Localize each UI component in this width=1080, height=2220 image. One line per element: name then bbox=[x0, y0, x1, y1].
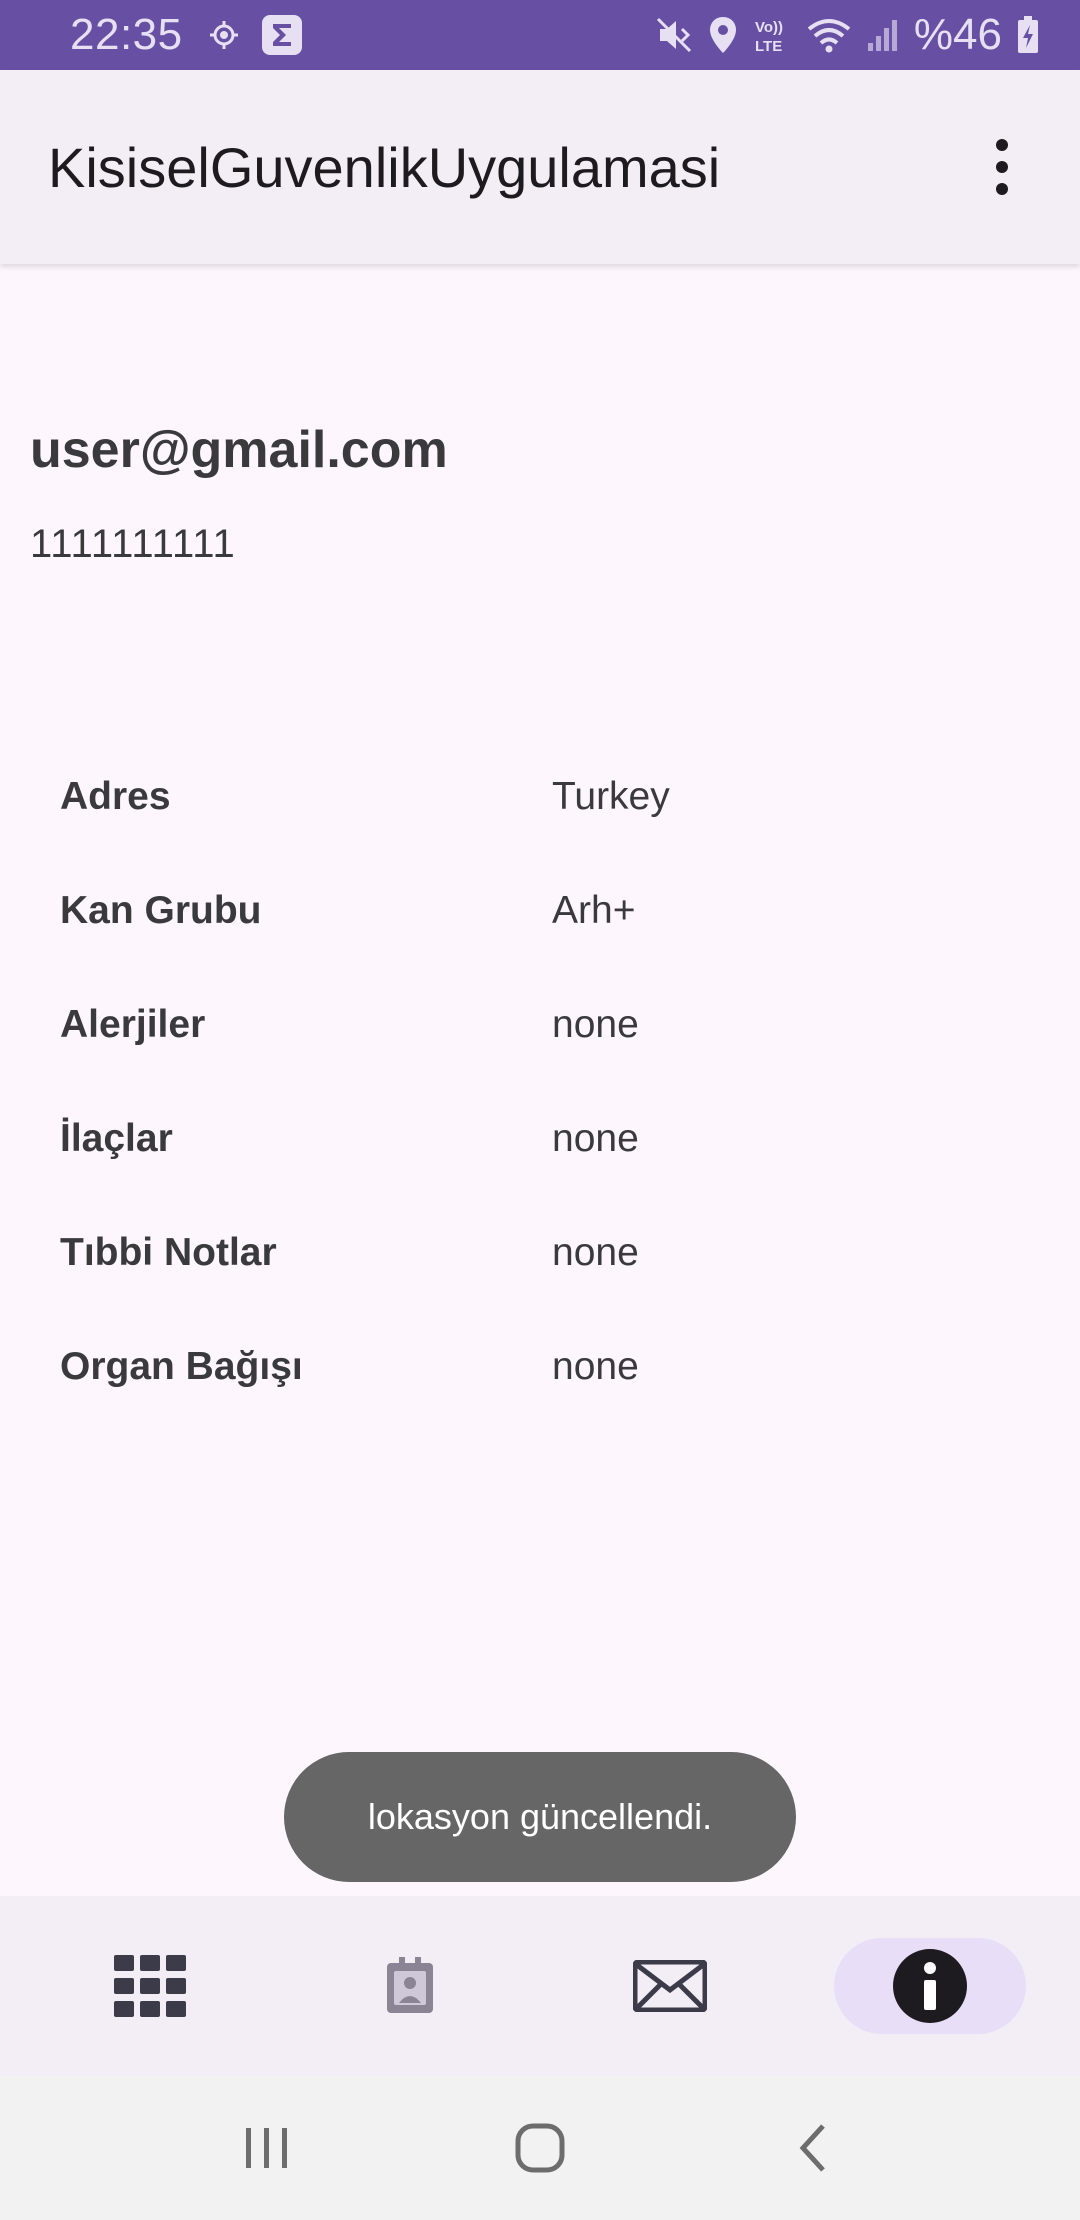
menu-dot bbox=[996, 161, 1008, 173]
info-label: Tıbbi Notlar bbox=[60, 1231, 277, 1274]
mute-icon bbox=[654, 15, 694, 55]
svg-text:Vo)): Vo)) bbox=[755, 19, 783, 36]
info-row-adres: Adres Turkey bbox=[60, 740, 1020, 854]
info-label: Kan Grubu bbox=[60, 889, 262, 932]
grid-icon bbox=[114, 1955, 186, 2017]
menu-dot bbox=[996, 183, 1008, 195]
info-icon bbox=[893, 1949, 967, 2023]
sigma-app-icon bbox=[261, 14, 303, 56]
info-row-kan-grubu: Kan Grubu Arh+ bbox=[60, 854, 1020, 968]
toast-message: lokasyon güncellendi. bbox=[284, 1752, 796, 1882]
svg-text:LTE: LTE bbox=[755, 38, 782, 55]
status-time: 22:35 bbox=[70, 10, 183, 59]
profile-email: user@gmail.com bbox=[30, 421, 448, 479]
info-value: Turkey bbox=[552, 775, 670, 818]
signal-icon bbox=[866, 17, 900, 53]
location-target-icon bbox=[209, 20, 239, 50]
status-left-icons bbox=[209, 14, 303, 56]
medical-info-table: Adres Turkey Kan Grubu Arh+ Alerjiler no… bbox=[60, 740, 1020, 1424]
info-label: Alerjiler bbox=[60, 1003, 206, 1046]
app-title: KisiselGuvenlikUygulamasi bbox=[48, 135, 721, 199]
info-row-alerjiler: Alerjiler none bbox=[60, 968, 1020, 1082]
info-label: Organ Bağışı bbox=[60, 1345, 303, 1388]
contact-card-icon bbox=[387, 1957, 433, 2013]
info-label: Adres bbox=[60, 775, 171, 818]
location-pin-icon bbox=[708, 15, 738, 55]
battery-charging-icon bbox=[1016, 15, 1040, 55]
back-icon bbox=[799, 2124, 826, 2172]
info-row-tibbi-notlar: Tıbbi Notlar none bbox=[60, 1196, 1020, 1310]
system-navigation-bar bbox=[0, 2076, 1080, 2220]
info-value: none bbox=[552, 1231, 639, 1274]
nav-item-info[interactable] bbox=[834, 1938, 1026, 2034]
app-bar: KisiselGuvenlikUygulamasi bbox=[0, 70, 1080, 264]
home-button[interactable] bbox=[480, 2098, 600, 2198]
nav-item-contacts[interactable] bbox=[314, 1938, 506, 2034]
menu-dot bbox=[996, 139, 1008, 151]
info-row-ilaclar: İlaçlar none bbox=[60, 1082, 1020, 1196]
nav-item-messages[interactable] bbox=[574, 1938, 766, 2034]
home-icon bbox=[515, 2123, 565, 2173]
recents-icon bbox=[245, 2128, 287, 2168]
info-value: none bbox=[552, 1117, 639, 1160]
recents-button[interactable] bbox=[207, 2098, 327, 2198]
bottom-navigation bbox=[0, 1896, 1080, 2076]
info-value: none bbox=[552, 1345, 639, 1388]
back-button[interactable] bbox=[753, 2098, 873, 2198]
info-value: Arh+ bbox=[552, 889, 636, 932]
wifi-icon bbox=[806, 15, 852, 55]
profile-phone: 1111111111 bbox=[30, 522, 236, 566]
mail-icon bbox=[633, 1960, 707, 2012]
info-row-organ-bagisi: Organ Bağışı none bbox=[60, 1310, 1020, 1424]
volte-icon: Vo)) LTE bbox=[752, 15, 792, 55]
screen: 22:35 Vo)) LTE %46 KisiselGuvenlikUygula… bbox=[0, 0, 1080, 2220]
info-value: none bbox=[552, 1003, 639, 1046]
more-vert-icon[interactable] bbox=[972, 117, 1032, 217]
nav-item-grid[interactable] bbox=[54, 1938, 246, 2034]
status-right-icons: Vo)) LTE %46 bbox=[654, 10, 1040, 60]
info-label: İlaçlar bbox=[60, 1117, 173, 1160]
battery-percent: %46 bbox=[913, 10, 1002, 59]
status-bar: 22:35 Vo)) LTE %46 bbox=[0, 0, 1080, 70]
